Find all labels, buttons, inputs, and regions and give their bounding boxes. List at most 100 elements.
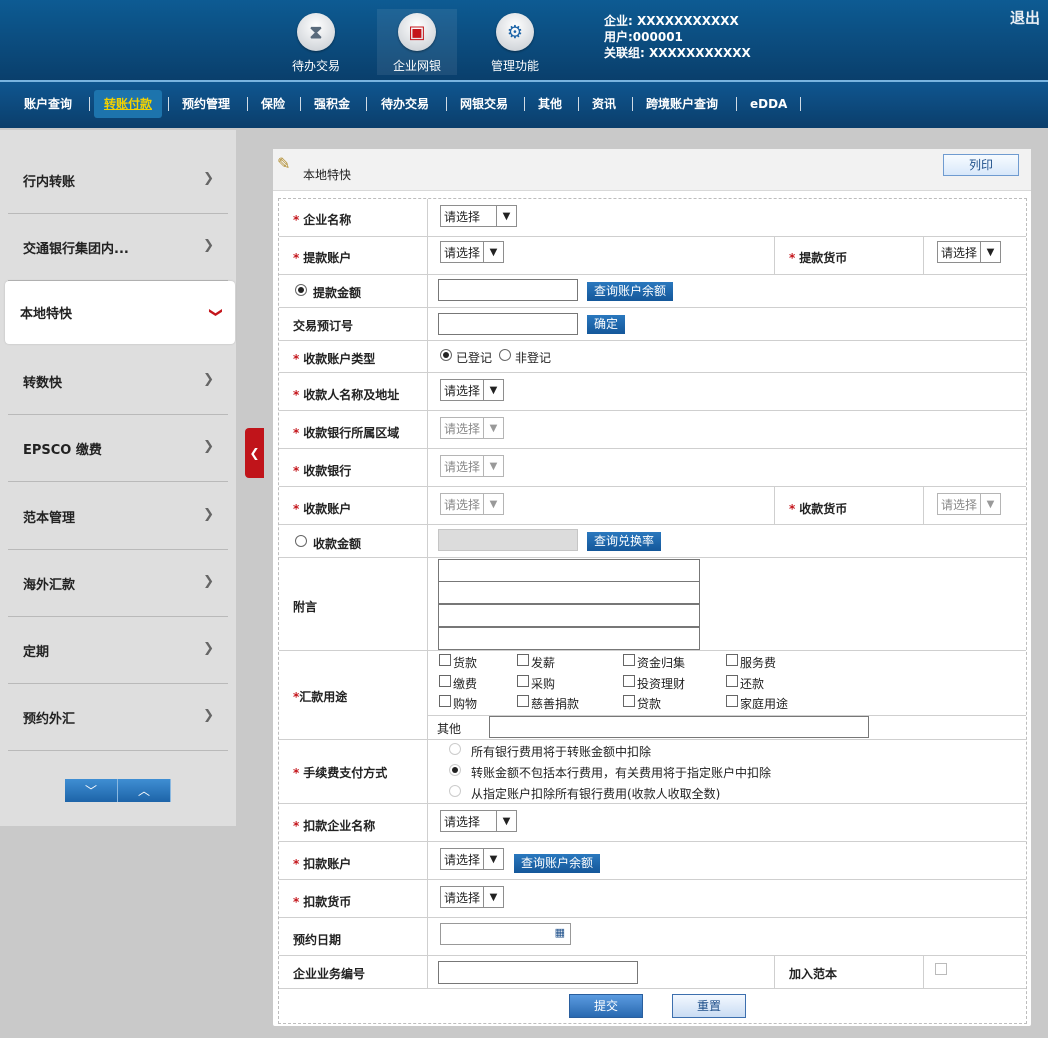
fee-option-radio-2[interactable]	[449, 764, 461, 776]
sidebar: 行内转账 ❯ 交通银行集团内... ❯ 本地特快 ❯ 转数快 ❯ EPSCO 缴费 ❯ 范…	[0, 130, 236, 826]
field-label: * 扣款账户	[293, 857, 352, 871]
nav-account-inquiry[interactable]: 账户查询	[20, 90, 76, 118]
nav-transfer-payment[interactable]: 转账付款	[94, 90, 163, 118]
purpose-label: 资金归集	[637, 656, 686, 670]
payee-name-select[interactable]: 请选择 ▼	[440, 379, 504, 401]
fee-option-radio-3[interactable]	[449, 785, 461, 797]
debit-currency-select[interactable]: 请选择 ▼	[937, 241, 1001, 263]
purpose-checkbox[interactable]	[517, 695, 529, 707]
nav-edda[interactable]: eDDA	[746, 90, 791, 118]
purpose-checkbox[interactable]	[726, 695, 738, 707]
divider	[774, 487, 775, 524]
payee-account-select[interactable]: 请选择 ▼	[440, 493, 504, 515]
row-payee-bank: * 收款银行 请选择 ▼	[279, 449, 1026, 487]
remarks-line-3[interactable]	[438, 604, 700, 627]
purpose-label: 购物	[453, 697, 478, 711]
sidebar-item-overseas-remittance[interactable]: 海外汇款 ❯	[8, 550, 228, 617]
sidebar-item-group-transfer[interactable]: 交通银行集团内... ❯	[8, 214, 228, 281]
payee-bank-select[interactable]: 请选择 ▼	[440, 455, 504, 477]
nav-online-transactions[interactable]: 网银交易	[456, 90, 512, 118]
purpose-checkbox[interactable]	[439, 695, 451, 707]
debit-amount-input[interactable]	[438, 279, 578, 301]
purpose-checkbox[interactable]	[517, 654, 529, 666]
top-header: ⧗ 待办交易 ▣ 企业网银 ⚙ 管理功能 企业: XXXXXXXXXXX 用户:…	[0, 0, 1048, 80]
remarks-line-1[interactable]	[438, 559, 700, 582]
debit-account-select[interactable]: 请选择 ▼	[440, 241, 504, 263]
header-pending-transactions[interactable]: ⧗ 待办交易	[276, 13, 356, 74]
payee-amount-radio[interactable]	[295, 535, 307, 547]
calendar-icon[interactable]: ▦	[555, 926, 565, 939]
sidebar-item-scheduled-fx[interactable]: 预约外汇 ❯	[8, 684, 228, 751]
sidebar-item-label: EPSCO 缴费	[23, 442, 102, 458]
scroll-up-button[interactable]: ︿	[118, 779, 171, 802]
nav-others[interactable]: 其他	[534, 90, 566, 118]
divider	[427, 651, 428, 739]
sidebar-item-label: 行内转账	[23, 174, 76, 190]
header-corporate-banking[interactable]: ▣ 企业网银	[377, 9, 457, 75]
nav-info[interactable]: 资讯	[588, 90, 620, 118]
sidebar-item-fixed-deposit[interactable]: 定期 ❯	[8, 617, 228, 684]
nav-insurance[interactable]: 保险	[257, 90, 289, 118]
print-button[interactable]: 列印	[943, 154, 1019, 176]
purpose-checkbox[interactable]	[439, 654, 451, 666]
nav-scheduled[interactable]: 预约管理	[178, 90, 234, 118]
sidebar-item-epsco[interactable]: EPSCO 缴费 ❯	[8, 415, 228, 482]
remarks-line-4[interactable]	[438, 627, 700, 650]
company-name-select[interactable]: 请选择 ▼	[440, 205, 517, 227]
purpose-checkbox[interactable]	[623, 695, 635, 707]
chevron-down-icon: ▼	[483, 242, 503, 262]
sidebar-item-internal-transfer[interactable]: 行内转账 ❯	[8, 147, 228, 214]
payee-amount-input[interactable]	[438, 529, 578, 551]
sidebar-item-templates[interactable]: 范本管理 ❯	[8, 483, 228, 550]
purpose-checkbox[interactable]	[623, 654, 635, 666]
nav-pending[interactable]: 待办交易	[377, 90, 433, 118]
logout-link[interactable]: 退出	[1010, 7, 1040, 28]
payee-bank-region-select[interactable]: 请选择 ▼	[440, 417, 504, 439]
appointment-date-input[interactable]: ▦	[440, 923, 571, 945]
divider	[923, 237, 924, 274]
purpose-label: 还款	[740, 677, 765, 691]
scroll-down-button[interactable]: ﹀	[65, 779, 118, 802]
purpose-other-input[interactable]	[489, 716, 869, 738]
purpose-label: 缴费	[453, 677, 478, 691]
confirm-booking-button[interactable]: 确定	[587, 315, 626, 334]
unregistered-radio[interactable]	[499, 349, 511, 361]
divider	[427, 373, 428, 410]
fee-option-radio-1[interactable]	[449, 743, 461, 755]
fee-option-label-1: 所有银行费用将于转账金额中扣除	[471, 745, 652, 759]
header-admin-functions[interactable]: ⚙ 管理功能	[475, 13, 555, 74]
collapse-sidebar-button[interactable]: ❮	[245, 428, 264, 478]
query-balance-button[interactable]: 查询账户余额	[587, 282, 674, 301]
main-nav: 账户查询 转账付款 预约管理 保险 强积金 待办交易 网银交易 其他 资讯 跨境…	[0, 80, 1048, 128]
query-rate-button[interactable]: 查询兑换率	[587, 532, 662, 551]
reset-button[interactable]: 重置	[672, 994, 746, 1018]
sidebar-item-label: 范本管理	[23, 510, 76, 526]
sidebar-item-local-express[interactable]: 本地特快 ❯	[5, 281, 235, 344]
purpose-checkbox[interactable]	[726, 675, 738, 687]
submit-button[interactable]: 提交	[569, 994, 643, 1018]
purpose-checkbox[interactable]	[517, 675, 529, 687]
chevron-left-icon: ❮	[249, 446, 260, 460]
purpose-checkbox[interactable]	[726, 654, 738, 666]
purpose-label: 货款	[453, 656, 478, 670]
registered-radio[interactable]	[440, 349, 452, 361]
nav-mpf[interactable]: 强积金	[310, 90, 354, 118]
remarks-line-2[interactable]	[438, 581, 700, 604]
fee-company-select[interactable]: 请选择 ▼	[440, 810, 517, 832]
purpose-checkbox[interactable]	[439, 675, 451, 687]
sidebar-item-fps[interactable]: 转数快 ❯	[8, 348, 228, 415]
fee-currency-select[interactable]: 请选择 ▼	[440, 886, 504, 908]
debit-amount-radio[interactable]	[295, 284, 307, 296]
biz-ref-input[interactable]	[438, 961, 638, 984]
purpose-checkbox[interactable]	[623, 675, 635, 687]
fee-query-balance-button[interactable]: 查询账户余额	[514, 854, 601, 873]
row-debit-account: * 提款账户 请选择 ▼ * 提款货币 请选择 ▼	[279, 237, 1026, 275]
nav-separator	[632, 97, 633, 111]
payee-currency-select[interactable]: 请选择 ▼	[937, 493, 1001, 515]
header-icon-label: 管理功能	[490, 59, 539, 73]
fee-account-select[interactable]: 请选择 ▼	[440, 848, 504, 870]
add-template-checkbox[interactable]	[935, 963, 947, 975]
nav-cross-border[interactable]: 跨境账户查询	[642, 90, 722, 118]
panel-title: 本地特快	[303, 168, 352, 182]
booking-no-input[interactable]	[438, 313, 578, 335]
